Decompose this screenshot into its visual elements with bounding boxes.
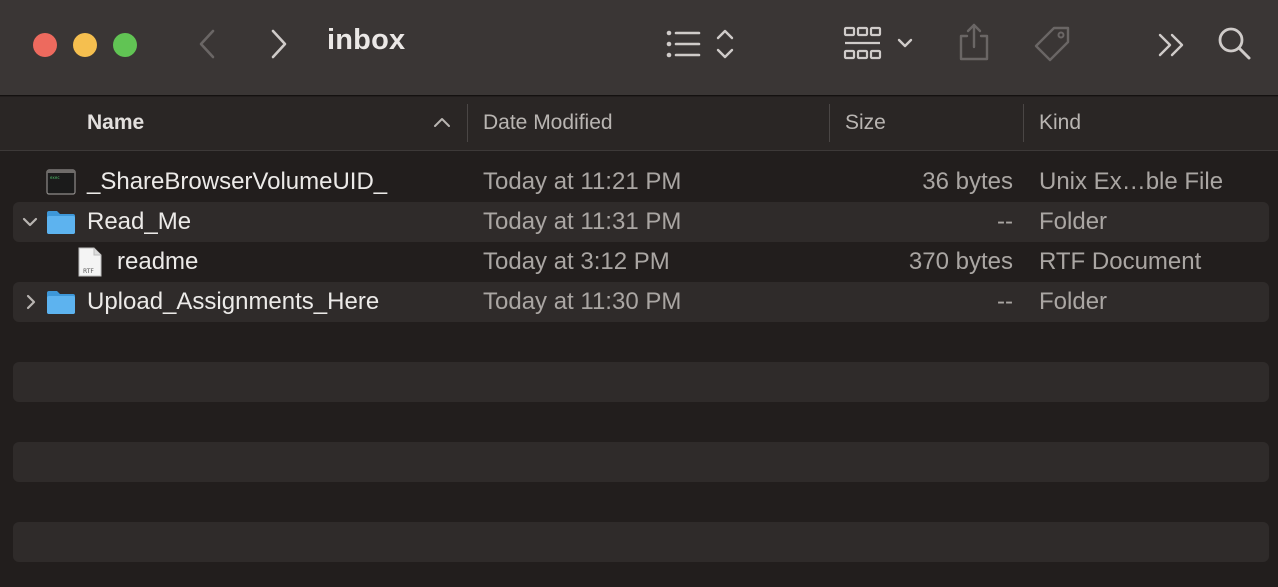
- file-date: Today at 11:21 PM: [483, 168, 682, 195]
- file-kind: Unix Ex…ble File: [1039, 168, 1224, 195]
- close-window-button[interactable]: [33, 33, 57, 57]
- toolbar: inbox: [0, 0, 1278, 96]
- empty-row: [13, 442, 1269, 482]
- svg-text:RTF: RTF: [83, 268, 94, 275]
- column-divider[interactable]: [467, 104, 468, 142]
- file-date: Today at 11:30 PM: [483, 288, 682, 315]
- column-divider[interactable]: [1023, 104, 1024, 142]
- column-header-size[interactable]: Size: [845, 97, 886, 151]
- file-kind: Folder: [1039, 208, 1108, 235]
- forward-icon[interactable]: [265, 26, 293, 62]
- column-header-name[interactable]: Name: [87, 97, 144, 151]
- file-kind: Folder: [1039, 288, 1108, 315]
- chevron-down-icon[interactable]: [21, 213, 39, 236]
- file-size: --: [997, 288, 1013, 315]
- folder-icon: [46, 209, 76, 240]
- minimize-window-button[interactable]: [73, 33, 97, 57]
- search-icon[interactable]: [1215, 24, 1253, 62]
- column-header: Name Date Modified Size Kind: [0, 97, 1278, 151]
- rtf-document-icon: RTF: [78, 247, 102, 282]
- chevron-right-icon[interactable]: [22, 293, 40, 316]
- file-name: readme: [117, 248, 199, 275]
- list-view-icon[interactable]: [664, 27, 738, 61]
- group-icon[interactable]: [843, 25, 917, 61]
- window-title: inbox: [327, 24, 406, 56]
- empty-row: [13, 362, 1269, 402]
- folder-row[interactable]: Upload_Assignments_Here Today at 11:30 P…: [13, 282, 1269, 322]
- file-row[interactable]: exec _ShareBrowserVolumeUID_ Today at 11…: [13, 162, 1269, 202]
- back-icon[interactable]: [193, 26, 221, 62]
- file-date: Today at 11:31 PM: [483, 208, 682, 235]
- file-size: 370 bytes: [908, 248, 1013, 275]
- file-kind: RTF Document: [1039, 248, 1202, 275]
- file-name: Read_Me: [87, 208, 192, 235]
- file-size: --: [997, 208, 1013, 235]
- empty-row: [13, 522, 1269, 562]
- folder-icon: [46, 289, 76, 320]
- column-divider[interactable]: [829, 104, 830, 142]
- file-size: 36 bytes: [922, 168, 1013, 195]
- column-header-kind[interactable]: Kind: [1039, 97, 1081, 151]
- terminal-file-icon: exec: [46, 169, 76, 200]
- svg-text:exec: exec: [50, 175, 60, 180]
- file-name: _ShareBrowserVolumeUID_: [87, 168, 388, 195]
- sort-ascending-icon[interactable]: [433, 114, 451, 137]
- folder-row[interactable]: Read_Me Today at 11:31 PM -- Folder: [13, 202, 1269, 242]
- more-icon[interactable]: [1156, 30, 1188, 60]
- file-name: Upload_Assignments_Here: [87, 288, 380, 315]
- tag-icon[interactable]: [1032, 24, 1072, 64]
- share-icon[interactable]: [956, 22, 992, 62]
- file-row[interactable]: RTF readme Today at 3:12 PM 370 bytes RT…: [13, 242, 1269, 282]
- zoom-window-button[interactable]: [113, 33, 137, 57]
- column-header-date[interactable]: Date Modified: [483, 97, 613, 151]
- file-date: Today at 3:12 PM: [483, 248, 670, 275]
